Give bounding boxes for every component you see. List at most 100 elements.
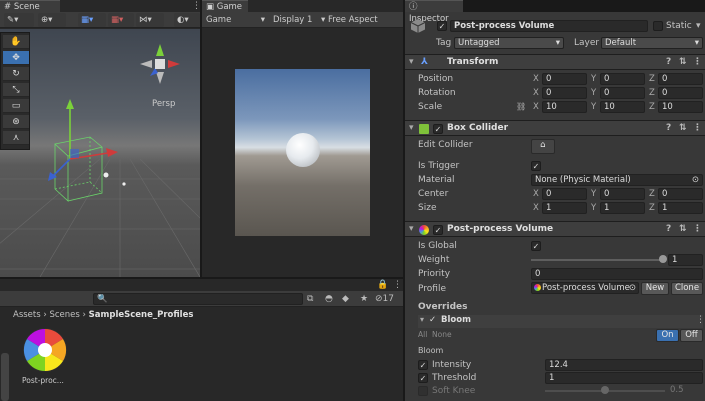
- move-tool-icon[interactable]: ✥: [3, 51, 29, 65]
- axis-z-label[interactable]: Z: [649, 202, 655, 214]
- filter-type-icon[interactable]: ◓: [325, 293, 333, 305]
- rotation-y[interactable]: 0: [600, 87, 645, 99]
- component-menu-icon[interactable]: ⋮: [693, 55, 702, 70]
- draw-mode-dropdown[interactable]: ✎▾: [4, 13, 34, 27]
- axis-x-label[interactable]: X: [533, 101, 539, 113]
- rotation-z[interactable]: 0: [658, 87, 703, 99]
- size-x[interactable]: 1: [542, 202, 587, 214]
- breadcrumb-profiles[interactable]: SampleScene_Profiles: [89, 310, 194, 320]
- lock-icon[interactable]: 🔒: [377, 279, 388, 291]
- intensity-field[interactable]: 12.4: [545, 359, 703, 371]
- globe-dropdown[interactable]: ⊕▾: [38, 13, 66, 27]
- axis-x-label[interactable]: X: [533, 87, 539, 99]
- tab-inspector[interactable]: ⓘ Inspector: [405, 0, 463, 24]
- axis-y-label[interactable]: Y: [591, 188, 596, 200]
- search-input[interactable]: 🔍: [93, 293, 303, 305]
- breadcrumb-scenes[interactable]: Scenes: [49, 310, 79, 320]
- bloom-menu-icon[interactable]: ⋮: [696, 315, 705, 325]
- constrain-proportions-icon[interactable]: ⛓: [516, 101, 526, 113]
- layer-dropdown[interactable]: Default ▾: [601, 37, 703, 49]
- axis-z-label[interactable]: Z: [649, 101, 655, 113]
- is-global-checkbox[interactable]: ✓: [531, 241, 541, 251]
- soft-knee-slider-thumb[interactable]: [601, 386, 609, 394]
- axis-z-label[interactable]: Z: [649, 188, 655, 200]
- none-toggle[interactable]: None: [432, 330, 452, 339]
- axis-x-label[interactable]: X: [533, 73, 539, 85]
- box-collider-enabled-checkbox[interactable]: ✓: [433, 124, 443, 134]
- axis-y-label[interactable]: Y: [591, 101, 596, 113]
- weight-field[interactable]: 1: [668, 254, 703, 266]
- clone-profile-button[interactable]: Clone: [671, 282, 703, 295]
- axis-x-label[interactable]: X: [533, 202, 539, 214]
- breadcrumb-assets[interactable]: Assets: [13, 310, 41, 320]
- help-icon[interactable]: ?: [666, 121, 671, 136]
- transform-header[interactable]: ▾ ⅄ Transform ? ⇅ ⋮: [405, 54, 705, 70]
- object-picker-icon[interactable]: ⊙: [629, 283, 636, 293]
- active-checkbox[interactable]: ✓: [437, 21, 447, 31]
- volume-enabled-checkbox[interactable]: ✓: [433, 225, 443, 235]
- axis-y-label[interactable]: Y: [591, 73, 596, 85]
- on-button[interactable]: On: [656, 329, 679, 342]
- rotation-x[interactable]: 0: [542, 87, 587, 99]
- hidden-packages-icon[interactable]: ⊘17: [375, 293, 394, 305]
- post-process-volume-header[interactable]: ▾ ✓ Post-process Volume ? ⇅ ⋮: [405, 221, 705, 237]
- new-profile-button[interactable]: New: [641, 282, 669, 295]
- center-x[interactable]: 0: [542, 188, 587, 200]
- scale-y[interactable]: 10: [600, 101, 645, 113]
- game-viewport[interactable]: [235, 69, 370, 236]
- weight-slider-track[interactable]: [531, 259, 666, 261]
- profile-field[interactable]: Post-process Volume ⊙: [531, 282, 639, 294]
- axis-x-label[interactable]: X: [533, 188, 539, 200]
- scale-tool-icon[interactable]: ⤡: [3, 83, 29, 97]
- axis-z-label[interactable]: Z: [649, 87, 655, 99]
- persp-label[interactable]: Persp: [152, 99, 175, 109]
- favorite-icon[interactable]: ★: [360, 293, 368, 305]
- object-picker-icon[interactable]: ⊙: [692, 175, 699, 185]
- size-z[interactable]: 1: [658, 202, 703, 214]
- grid-snap-dropdown[interactable]: ▦▾: [78, 13, 106, 27]
- help-icon[interactable]: ?: [666, 222, 671, 237]
- static-dropdown-icon[interactable]: ▾: [696, 20, 701, 32]
- box-collider-header[interactable]: ▾ ✓ Box Collider ? ⇅ ⋮: [405, 120, 705, 136]
- threshold-field[interactable]: 1: [545, 372, 703, 384]
- tab-scene[interactable]: # Scene: [0, 0, 60, 12]
- is-trigger-checkbox[interactable]: ✓: [531, 161, 541, 171]
- component-menu-icon[interactable]: ⋮: [693, 121, 702, 136]
- size-y[interactable]: 1: [600, 202, 645, 214]
- view-gizmo[interactable]: [138, 42, 182, 86]
- bloom-enabled-check[interactable]: ✓: [429, 315, 436, 325]
- object-name-field[interactable]: Post-process Volume: [450, 20, 648, 32]
- center-y[interactable]: 0: [600, 188, 645, 200]
- tab-game[interactable]: ▣ Game: [202, 0, 248, 12]
- help-icon[interactable]: ?: [666, 55, 671, 70]
- position-y[interactable]: 0: [600, 73, 645, 85]
- increment-snap-dropdown[interactable]: ▦▾: [108, 13, 134, 27]
- asset-item[interactable]: Post-proc...: [16, 327, 76, 389]
- axis-y-label[interactable]: Y: [591, 202, 596, 214]
- create-icon[interactable]: ⧉: [307, 293, 313, 305]
- threshold-override-checkbox[interactable]: ✓: [418, 373, 428, 383]
- soft-knee-value[interactable]: 0.5: [670, 385, 684, 395]
- preset-icon[interactable]: ⇅: [679, 55, 687, 70]
- game-mode-dropdown[interactable]: Game ▾: [203, 13, 267, 27]
- rect-tool-icon[interactable]: ▭: [3, 99, 29, 113]
- edit-collider-button[interactable]: ⌂: [531, 139, 555, 154]
- bloom-header[interactable]: ▾ ✓ Bloom ⋮: [418, 315, 705, 328]
- priority-field[interactable]: 0: [531, 268, 703, 280]
- scene-menu-icon[interactable]: ⋮: [192, 0, 201, 12]
- position-x[interactable]: 0: [542, 73, 587, 85]
- preset-icon[interactable]: ⇅: [679, 222, 687, 237]
- scale-z[interactable]: 10: [658, 101, 703, 113]
- gizmos-dropdown[interactable]: ◐▾: [174, 13, 200, 27]
- scale-x[interactable]: 10: [542, 101, 587, 113]
- material-field[interactable]: None (Physic Material) ⊙: [531, 174, 703, 186]
- axis-y-label[interactable]: Y: [591, 87, 596, 99]
- project-scrollbar[interactable]: [1, 353, 9, 401]
- handle-dropdown[interactable]: ⋈▾: [136, 13, 164, 27]
- project-menu-icon[interactable]: ⋮: [393, 279, 402, 291]
- center-z[interactable]: 0: [658, 188, 703, 200]
- hand-tool-icon[interactable]: ✋: [3, 35, 29, 49]
- preset-icon[interactable]: ⇅: [679, 121, 687, 136]
- off-button[interactable]: Off: [680, 329, 703, 342]
- position-z[interactable]: 0: [658, 73, 703, 85]
